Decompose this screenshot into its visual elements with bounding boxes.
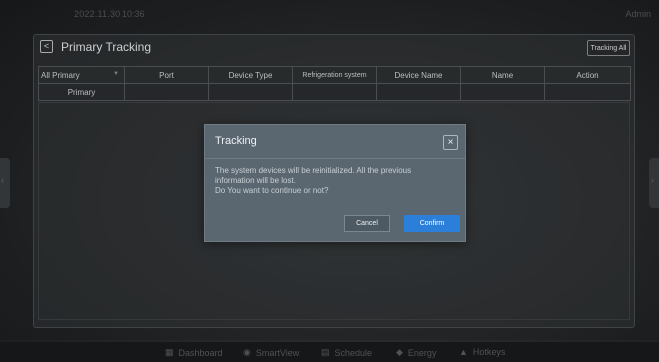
hotkeys-icon: ▲ bbox=[459, 347, 468, 357]
dialog-message: The system devices will be reinitialized… bbox=[215, 166, 459, 196]
dialog-close-button[interactable]: × bbox=[443, 135, 458, 150]
nav-item-label: SmartView bbox=[255, 347, 300, 358]
energy-icon: ◆ bbox=[396, 347, 403, 357]
nav-item-label: Dashboard bbox=[178, 347, 223, 358]
confirm-button[interactable]: Confirm bbox=[404, 215, 460, 232]
schedule-icon: ▤ bbox=[321, 347, 330, 357]
dashboard-icon: ▦ bbox=[165, 347, 174, 357]
nav-item-label: Energy bbox=[407, 347, 437, 358]
tracking-dialog: Tracking × The system devices will be re… bbox=[204, 124, 466, 242]
nav-item-smartview[interactable]: ◉ SmartView bbox=[243, 347, 299, 358]
nav-item-schedule[interactable]: ▤ Schedule bbox=[321, 347, 372, 358]
dialog-title: Tracking bbox=[215, 135, 257, 147]
dialog-message-line: Do You want to continue or not? bbox=[215, 186, 329, 195]
smartview-icon: ◉ bbox=[243, 347, 251, 357]
bottom-nav-bar: ▦ Dashboard ◉ SmartView ▤ Schedule ◆ Ene… bbox=[0, 342, 659, 362]
nav-item-label: Hotkeys bbox=[472, 347, 506, 357]
nav-item-energy[interactable]: ◆ Energy bbox=[396, 347, 436, 358]
nav-item-hotkeys[interactable]: ▲ Hotkeys bbox=[459, 347, 505, 357]
nav-item-label: Schedule bbox=[334, 347, 373, 358]
close-icon: × bbox=[447, 136, 454, 148]
nav-item-dashboard[interactable]: ▦ Dashboard bbox=[165, 347, 223, 358]
dialog-message-line: information will be lost. bbox=[215, 176, 296, 185]
dialog-message-line: The system devices will be reinitialized… bbox=[215, 166, 412, 175]
cancel-button[interactable]: Cancel bbox=[344, 215, 390, 232]
dialog-divider bbox=[205, 158, 465, 159]
